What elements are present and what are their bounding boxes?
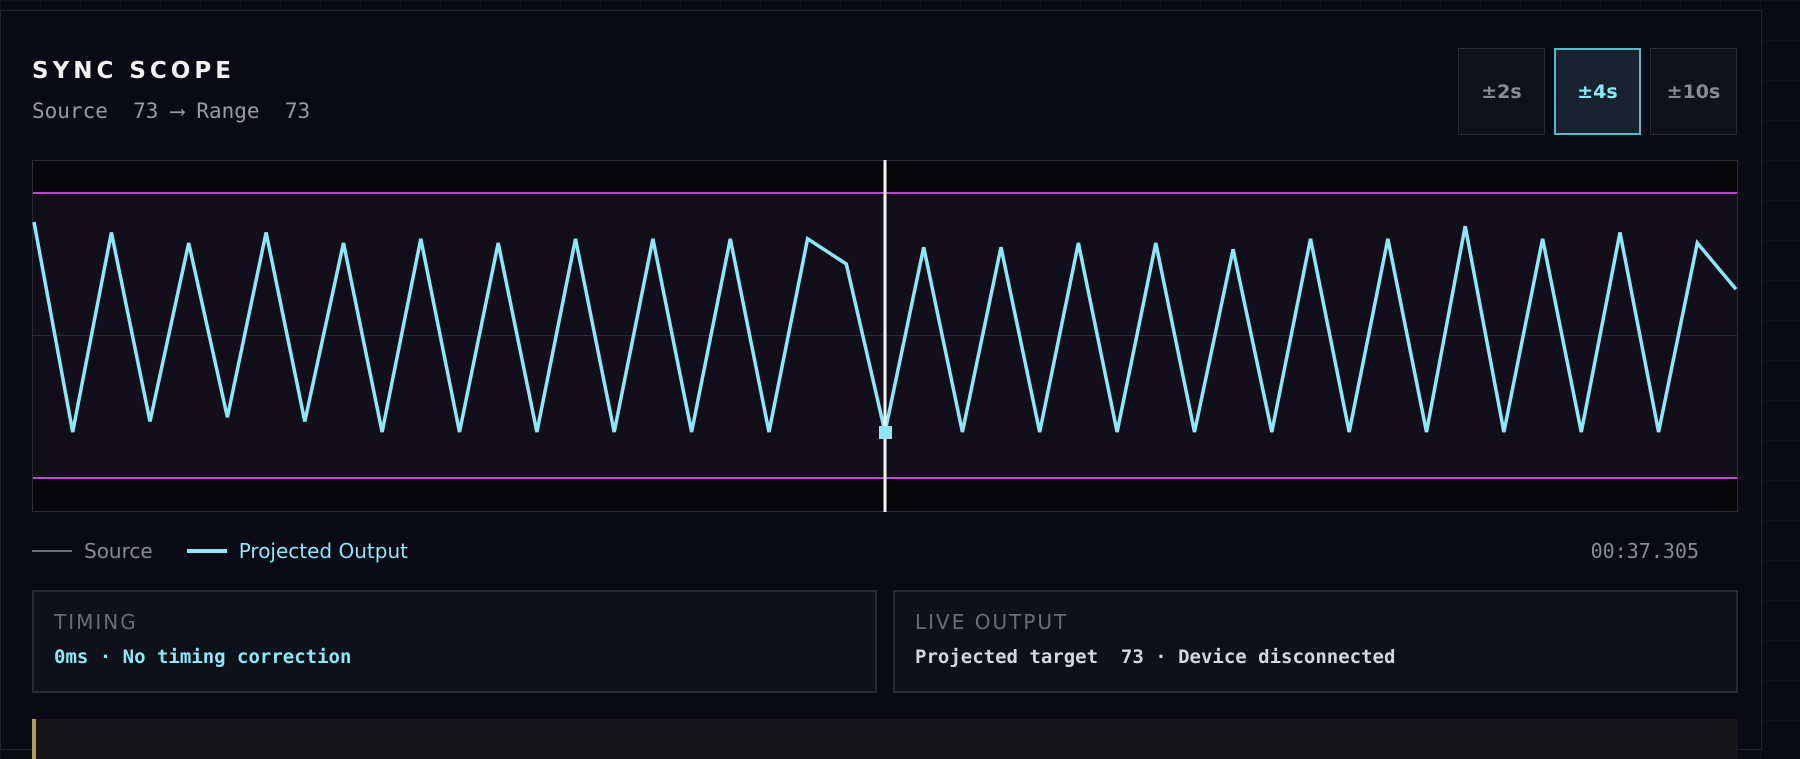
range-10s-button[interactable]: ±10s xyxy=(1650,48,1737,135)
legend-source-label: Source xyxy=(84,539,153,563)
playback-time: 00:37.305 xyxy=(1590,539,1699,563)
source-range-readout: Source 73 ⟶ Range 73 xyxy=(32,99,311,123)
live-output-value: Projected target 73 · Device disconnecte… xyxy=(915,646,1396,668)
scope-plot[interactable] xyxy=(32,160,1738,512)
legend-output-label: Projected Output xyxy=(238,539,408,563)
timing-caption: TIMING xyxy=(54,610,138,634)
status-strip xyxy=(32,719,1738,759)
legend: Source Projected Output xyxy=(32,539,408,563)
output-swatch xyxy=(186,549,227,553)
source-swatch xyxy=(32,550,72,552)
live-output-caption: LIVE OUTPUT xyxy=(915,610,1069,634)
range-4s-button[interactable]: ±4s xyxy=(1554,48,1641,135)
timing-card: TIMING 0ms · No timing correction xyxy=(32,590,877,693)
sync-scope-panel: SYNC SCOPE Source 73 ⟶ Range 73 ±2s ±4s … xyxy=(0,10,1762,759)
timing-value: 0ms · No timing correction xyxy=(54,646,352,668)
playhead-marker xyxy=(879,426,892,439)
page-title: SYNC SCOPE xyxy=(32,58,235,84)
range-2s-button[interactable]: ±2s xyxy=(1458,48,1545,135)
live-output-card: LIVE OUTPUT Projected target 73 · Device… xyxy=(893,590,1738,693)
